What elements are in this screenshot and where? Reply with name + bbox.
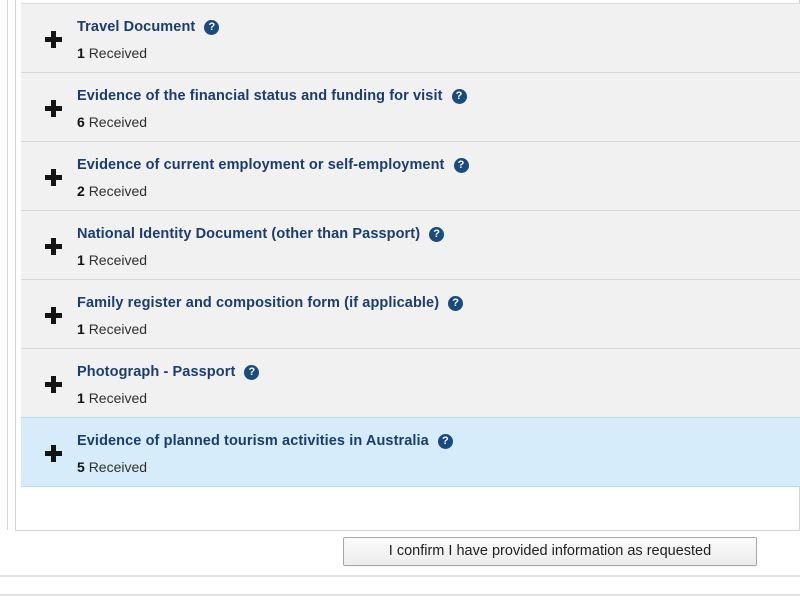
checklist-row[interactable]: Evidence of planned tourism activities i…: [21, 417, 800, 487]
checklist-row-count-label: Received: [88, 459, 148, 475]
plus-icon: [44, 30, 62, 48]
help-icon[interactable]: ?: [448, 295, 464, 311]
checklist-row-status: 6 Received: [77, 114, 800, 130]
plus-icon: [44, 306, 62, 324]
checklist-row-count: 5: [77, 459, 85, 475]
checklist-row-title-line: Evidence of current employment or self-e…: [77, 155, 800, 175]
checklist-row[interactable]: Travel Document? 1 Received: [21, 3, 800, 73]
checklist-row-title: Photograph - Passport: [77, 364, 236, 380]
checklist-row-title-line: Evidence of the financial status and fun…: [77, 86, 800, 106]
checklist-row-title-line: Travel Document?: [77, 17, 800, 37]
help-icon[interactable]: ?: [451, 88, 467, 104]
checklist-row-count-label: Received: [88, 390, 148, 406]
help-icon[interactable]: ?: [437, 433, 453, 449]
expand-row-button[interactable]: [39, 211, 67, 281]
checklist-row-count: 1: [77, 45, 85, 61]
expand-row-button[interactable]: [39, 142, 67, 212]
checklist-row-status: 1 Received: [77, 321, 800, 337]
document-checklist-list: Travel Document? 1 Received Evidence of th…: [21, 3, 800, 487]
footer-divider-bottom: [0, 594, 800, 596]
checklist-row[interactable]: Evidence of current employment or self-e…: [21, 141, 800, 211]
document-checklist-panel: Travel Document? 1 Received Evidence of th…: [15, 0, 800, 531]
expand-row-button[interactable]: [39, 349, 67, 419]
plus-icon: [44, 237, 62, 255]
plus-icon: [44, 375, 62, 393]
checklist-row-body: National Identity Document (other than P…: [77, 211, 800, 281]
checklist-row[interactable]: Photograph - Passport? 1 Received: [21, 348, 800, 418]
checklist-row-count-label: Received: [88, 183, 148, 199]
checklist-row-title: Evidence of current employment or self-e…: [77, 157, 445, 173]
checklist-row-count: 1: [77, 252, 85, 268]
plus-icon: [44, 168, 62, 186]
checklist-row-title-line: Evidence of planned tourism activities i…: [77, 431, 800, 451]
plus-icon: [44, 444, 62, 462]
help-icon[interactable]: ?: [429, 226, 445, 242]
checklist-row-count-label: Received: [88, 45, 148, 61]
page-frame: Travel Document? 1 Received Evidence of th…: [0, 0, 800, 600]
checklist-row-title: Family register and composition form (if…: [77, 295, 440, 311]
checklist-row-title-line: Photograph - Passport?: [77, 362, 800, 382]
expand-row-button[interactable]: [39, 73, 67, 143]
checklist-row-count-label: Received: [88, 252, 148, 268]
footer-divider-top: [0, 575, 800, 577]
checklist-row-count-label: Received: [88, 321, 148, 337]
checklist-row-title-line: National Identity Document (other than P…: [77, 224, 800, 244]
checklist-row-count: 2: [77, 183, 85, 199]
confirm-action-bar: I confirm I have provided information as…: [0, 531, 800, 575]
checklist-row-status: 2 Received: [77, 183, 800, 199]
checklist-row-body: Evidence of planned tourism activities i…: [77, 418, 800, 488]
checklist-row-status: 1 Received: [77, 45, 800, 61]
checklist-row-title: Travel Document: [77, 19, 196, 35]
checklist-row[interactable]: Evidence of the financial status and fun…: [21, 72, 800, 142]
help-icon[interactable]: ?: [244, 364, 260, 380]
checklist-row-status: 5 Received: [77, 459, 800, 475]
expand-row-button[interactable]: [39, 418, 67, 488]
checklist-row-body: Travel Document? 1 Received: [77, 4, 800, 74]
help-icon[interactable]: ?: [453, 157, 469, 173]
checklist-row-body: Family register and composition form (if…: [77, 280, 800, 350]
checklist-row-title: National Identity Document (other than P…: [77, 226, 421, 242]
checklist-row-status: 1 Received: [77, 252, 800, 268]
checklist-row-title-line: Family register and composition form (if…: [77, 293, 800, 313]
checklist-row-count: 1: [77, 321, 85, 337]
checklist-row-count-label: Received: [88, 114, 148, 130]
checklist-row-title: Evidence of planned tourism activities i…: [77, 433, 429, 449]
checklist-row-body: Photograph - Passport? 1 Received: [77, 349, 800, 419]
help-icon[interactable]: ?: [204, 19, 220, 35]
plus-icon: [44, 99, 62, 117]
expand-row-button[interactable]: [39, 4, 67, 74]
checklist-row-title: Evidence of the financial status and fun…: [77, 88, 443, 104]
checklist-row-body: Evidence of the financial status and fun…: [77, 73, 800, 143]
checklist-row-count: 6: [77, 114, 85, 130]
confirm-information-button[interactable]: I confirm I have provided information as…: [343, 537, 757, 566]
checklist-row[interactable]: National Identity Document (other than P…: [21, 210, 800, 280]
checklist-row-body: Evidence of current employment or self-e…: [77, 142, 800, 212]
page-gutter-rule: [7, 0, 8, 530]
checklist-row-count: 1: [77, 390, 85, 406]
checklist-row-status: 1 Received: [77, 390, 800, 406]
checklist-row[interactable]: Family register and composition form (if…: [21, 279, 800, 349]
expand-row-button[interactable]: [39, 280, 67, 350]
